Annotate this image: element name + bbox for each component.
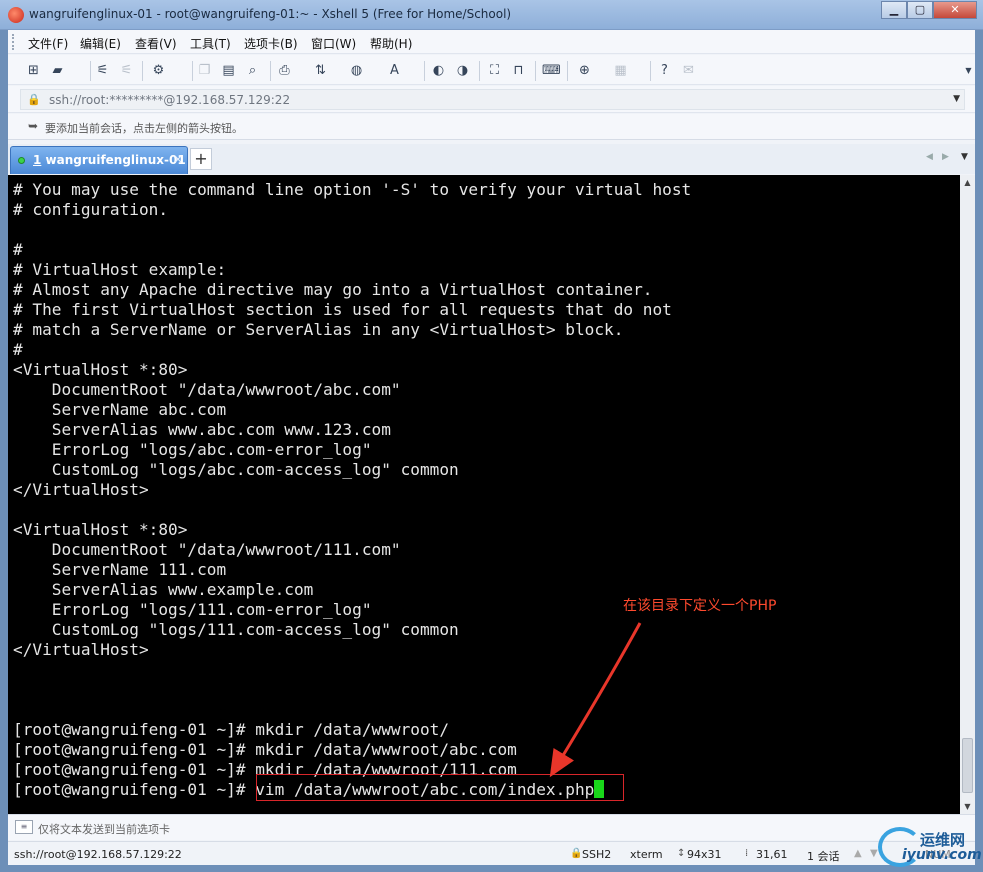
tab-session-1[interactable]: 1 wangruifenglinux-01 ×: [10, 146, 188, 174]
status-terminal-type: xterm: [630, 848, 663, 861]
address-bar: 🔒 ssh://root:*********@192.168.57.129:22…: [8, 86, 975, 113]
keyboard-icon[interactable]: ⌨: [542, 62, 561, 79]
tile-icon[interactable]: ▦: [612, 62, 629, 79]
new-tab-button[interactable]: +: [190, 148, 212, 170]
tab-label: 1 wangruifenglinux-01: [33, 153, 186, 167]
new-session-icon[interactable]: ⊞: [25, 62, 42, 79]
menu-window[interactable]: 窗口(W): [311, 35, 356, 52]
open-folder-icon[interactable]: ▰: [49, 62, 66, 79]
status-bar: ssh://root@192.168.57.129:22 🔒 SSH2 xter…: [8, 841, 975, 865]
script-icon[interactable]: ◑: [454, 62, 471, 79]
scroll-down-icon[interactable]: ▼: [960, 799, 975, 814]
menu-file[interactable]: 文件(F): [28, 35, 68, 52]
menu-tools[interactable]: 工具(T): [190, 35, 231, 52]
terminal-scrollbar[interactable]: ▲ ▼: [960, 175, 975, 814]
properties-icon[interactable]: ⚙: [150, 62, 167, 79]
xshell-logo-icon: [8, 7, 24, 23]
status-size: 94x31: [687, 848, 722, 861]
help-icon[interactable]: ?: [656, 62, 673, 79]
fullscreen-icon[interactable]: ⛶: [486, 62, 503, 79]
paste-icon[interactable]: ▤: [220, 62, 237, 79]
address-text: ssh://root:*********@192.168.57.129:22: [49, 93, 291, 107]
compose-icon[interactable]: ≡: [15, 820, 33, 834]
minimize-button[interactable]: ▁: [881, 1, 907, 19]
ssh-lock-icon: 🔒: [570, 848, 583, 859]
cursor-pos-icon: ⁞: [745, 848, 749, 859]
disconnect-icon[interactable]: ⚟: [118, 62, 135, 79]
window-controls: ▁ ▢ ✕: [881, 1, 977, 19]
maximize-button[interactable]: ▢: [907, 1, 933, 19]
menu-tabs[interactable]: 选项卡(B): [244, 35, 298, 52]
tab-prev-icon[interactable]: ◀: [926, 152, 933, 162]
close-button[interactable]: ✕: [933, 1, 977, 19]
menu-view[interactable]: 查看(V): [135, 35, 177, 52]
lock-icon: 🔒: [27, 93, 41, 106]
status-cursor-pos: 31,61: [756, 848, 788, 861]
menu-help[interactable]: 帮助(H): [370, 35, 412, 52]
menu-edit[interactable]: 编辑(E): [80, 35, 121, 52]
find-icon[interactable]: ⌕: [244, 62, 261, 79]
menu-grip: [12, 34, 15, 50]
toolbar: ⊞ ▰ ⚟ ⚟ ⚙ ❐ ▤ ⌕ ⎙ ⇅ ◍ A ◐ ◑ ⛶ ⊓ ⌨ ⊕ ▦ ? …: [8, 55, 975, 85]
compose-text[interactable]: 仅将文本发送到当前选项卡: [38, 821, 170, 837]
address-dropdown-icon[interactable]: ▼: [953, 94, 960, 104]
print-icon[interactable]: ⎙: [276, 62, 293, 79]
size-icon: ↕: [677, 848, 686, 859]
font-icon[interactable]: A: [386, 62, 403, 79]
copy-icon[interactable]: ❐: [196, 62, 213, 79]
toolbar-overflow-icon[interactable]: ▼: [960, 62, 977, 79]
watermark-en: iyunv.com: [902, 847, 982, 863]
connected-status-icon: [18, 157, 25, 164]
status-sessions: 1 会话: [807, 850, 840, 863]
annotation-arrow: [549, 622, 642, 778]
tab-close-icon[interactable]: ×: [173, 152, 183, 166]
add-session-arrow-icon[interactable]: ➥: [28, 119, 38, 133]
status-up-icon: ▲: [854, 848, 862, 859]
address-field[interactable]: 🔒 ssh://root:*********@192.168.57.129:22…: [20, 89, 965, 110]
scroll-thumb[interactable]: [962, 738, 973, 793]
transfer-icon[interactable]: ⇅: [312, 62, 329, 79]
title-bar: wangruifenglinux-01 - root@wangruifeng-0…: [0, 0, 983, 30]
app-client-area: 文件(F) 编辑(E) 查看(V) 工具(T) 选项卡(B) 窗口(W) 帮助(…: [8, 30, 975, 865]
site-watermark: 运维网 iyunv.com: [878, 825, 982, 869]
tab-bar: 1 wangruifenglinux-01 × + ◀ ▶ ▼: [8, 144, 975, 174]
session-hint-text: 要添加当前会话，点击左侧的箭头按钮。: [45, 122, 243, 135]
globe-icon[interactable]: ◍: [348, 62, 365, 79]
status-connection: ssh://root@192.168.57.129:22: [14, 848, 182, 861]
xftp-icon[interactable]: ◐: [430, 62, 447, 79]
add-layout-icon[interactable]: ⊕: [576, 62, 593, 79]
tab-next-icon[interactable]: ▶: [942, 152, 949, 162]
chat-icon[interactable]: ✉: [680, 62, 697, 79]
scroll-up-icon[interactable]: ▲: [960, 175, 975, 190]
annotation-text: 在该目录下定义一个PHP: [623, 598, 777, 614]
compose-bar: ≡ 仅将文本发送到当前选项卡: [8, 814, 975, 840]
lock-screen-icon[interactable]: ⊓: [510, 62, 527, 79]
tab-list-icon[interactable]: ▼: [961, 152, 968, 162]
status-protocol: SSH2: [582, 848, 612, 861]
status-down-icon: ▼: [870, 848, 878, 859]
reconnect-icon[interactable]: ⚟: [94, 62, 111, 79]
terminal-screen[interactable]: # You may use the command line option '-…: [8, 175, 960, 814]
menu-bar: 文件(F) 编辑(E) 查看(V) 工具(T) 选项卡(B) 窗口(W) 帮助(…: [8, 30, 975, 54]
session-hint-bar: ➥ 要添加当前会话，点击左侧的箭头按钮。: [8, 114, 975, 140]
window-title: wangruifenglinux-01 - root@wangruifeng-0…: [29, 7, 512, 21]
